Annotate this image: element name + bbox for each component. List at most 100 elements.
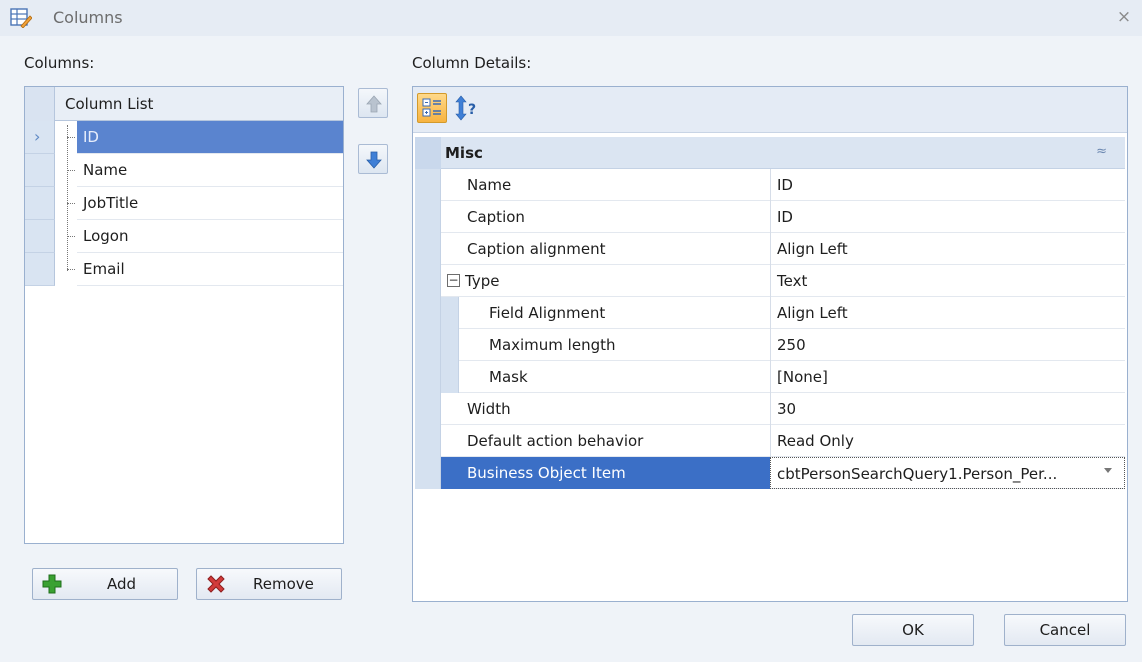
column-list-item-label: JobTitle: [83, 194, 139, 212]
column-list-item-logon[interactable]: Logon: [25, 220, 343, 253]
property-name: Name: [467, 176, 512, 194]
row-gutter-nested: [441, 361, 459, 393]
property-row-field-alignment[interactable]: Field Alignment Align Left: [415, 297, 1125, 329]
property-value: ID: [777, 176, 793, 194]
property-value: Text: [777, 272, 808, 290]
chevron-down-icon[interactable]: [1104, 468, 1112, 473]
cancel-button[interactable]: Cancel: [1004, 614, 1126, 646]
remove-x-icon: [207, 575, 225, 593]
property-value-field[interactable]: 250: [770, 329, 1125, 361]
property-grid-toolbar: ?: [413, 87, 1127, 133]
property-name: Business Object Item: [467, 464, 626, 482]
categorized-button[interactable]: [417, 93, 447, 123]
property-row-default-action-behavior[interactable]: Default action behavior Read Only: [415, 425, 1125, 457]
row-gutter: [415, 233, 441, 265]
tree-tick: [67, 137, 75, 138]
collapse-type-toggle[interactable]: −: [447, 274, 460, 287]
property-row-caption-alignment[interactable]: Caption alignment Align Left: [415, 233, 1125, 265]
column-list-item-label: Logon: [83, 227, 129, 245]
row-selector[interactable]: [25, 187, 55, 220]
property-name: Caption: [467, 208, 525, 226]
sort-alphabetical-button[interactable]: ?: [453, 93, 483, 123]
sort-alphabetical-icon: ?: [455, 95, 476, 121]
row-gutter: [415, 425, 441, 457]
property-row-name[interactable]: Name ID: [415, 169, 1125, 201]
column-list-cell[interactable]: JobTitle: [77, 187, 343, 220]
column-list-item-name[interactable]: Name: [25, 154, 343, 187]
column-list-header: Column List: [25, 87, 343, 121]
collapse-category-icon[interactable]: ≈: [1096, 144, 1107, 159]
property-name: Default action behavior: [467, 432, 644, 450]
row-gutter-nested: [441, 329, 459, 361]
category-title: Misc: [445, 144, 483, 162]
property-value: [None]: [777, 368, 828, 386]
move-down-button[interactable]: [358, 144, 388, 174]
property-grid: ? Misc ≈ Name ID Caption ID Caption alig…: [412, 86, 1128, 602]
column-list-item-email[interactable]: Email: [25, 253, 343, 286]
property-name: Type: [465, 272, 500, 290]
move-up-button[interactable]: [358, 88, 388, 118]
property-value: ID: [777, 208, 793, 226]
row-gutter: [415, 201, 441, 233]
add-button-label: Add: [107, 575, 137, 593]
column-list-item-label: Email: [83, 260, 125, 278]
property-value: Align Left: [777, 240, 848, 258]
property-name: Field Alignment: [489, 304, 606, 322]
property-row-type[interactable]: − Type Text: [415, 265, 1125, 297]
row-selector[interactable]: [25, 154, 55, 187]
property-row-business-object-item[interactable]: Business Object Item cbtPersonSearchQuer…: [415, 457, 1125, 489]
property-name-cell: [415, 361, 770, 393]
row-selector[interactable]: [25, 253, 55, 286]
property-value: 250: [777, 336, 806, 354]
property-value-field[interactable]: Read Only: [770, 425, 1125, 457]
columns-dialog: Columns × Columns: Column List › ID Name…: [0, 0, 1142, 662]
property-row-width[interactable]: Width 30: [415, 393, 1125, 425]
column-list-cell[interactable]: ID: [77, 121, 343, 154]
column-list-cell[interactable]: Email: [77, 253, 343, 286]
column-list-item-label: ID: [83, 128, 99, 146]
row-gutter: [415, 361, 441, 393]
tree-tick: [67, 203, 75, 204]
property-value-field[interactable]: Align Left: [770, 233, 1125, 265]
property-value-field[interactable]: 30: [770, 393, 1125, 425]
property-row-mask[interactable]: Mask [None]: [415, 361, 1125, 393]
tree-tick: [67, 269, 75, 270]
row-gutter: [415, 265, 441, 297]
column-list-item-label: Name: [83, 161, 128, 179]
property-row-caption[interactable]: Caption ID: [415, 201, 1125, 233]
property-value-field[interactable]: [None]: [770, 361, 1125, 393]
property-row-maximum-length[interactable]: Maximum length 250: [415, 329, 1125, 361]
property-value-field[interactable]: ID: [770, 169, 1125, 201]
svg-text:?: ?: [468, 102, 476, 118]
category-header-misc[interactable]: Misc ≈: [415, 137, 1125, 169]
add-button[interactable]: Add: [32, 568, 178, 600]
column-list-item-id[interactable]: › ID: [25, 121, 343, 154]
categorized-icon: [422, 98, 441, 117]
row-gutter: [415, 329, 441, 361]
window-title: Columns: [53, 8, 123, 27]
plus-icon: [42, 574, 62, 594]
column-list-item-jobtitle[interactable]: JobTitle: [25, 187, 343, 220]
property-value-field[interactable]: Text: [770, 265, 1125, 297]
property-name: Width: [467, 400, 511, 418]
row-gutter-nested: [441, 297, 459, 329]
business-object-item-dropdown[interactable]: cbtPersonSearchQuery1.Person_Per...: [770, 457, 1125, 489]
ok-button[interactable]: OK: [852, 614, 974, 646]
property-name: Caption alignment: [467, 240, 606, 258]
column-details-label: Column Details:: [412, 54, 532, 72]
close-button[interactable]: ×: [1114, 6, 1134, 28]
remove-button-label: Remove: [253, 575, 314, 593]
category-gutter: [415, 137, 441, 169]
row-selector[interactable]: [25, 220, 55, 253]
column-list-cell[interactable]: Name: [77, 154, 343, 187]
row-gutter: [415, 393, 441, 425]
column-list-cell[interactable]: Logon: [77, 220, 343, 253]
row-selector[interactable]: ›: [25, 121, 55, 154]
columns-label: Columns:: [24, 54, 95, 72]
property-value-field[interactable]: ID: [770, 201, 1125, 233]
property-value-field[interactable]: Align Left: [770, 297, 1125, 329]
property-value: Read Only: [777, 432, 854, 450]
column-list-panel: Column List › ID Name JobTitle Logon Ema…: [24, 86, 344, 544]
cancel-button-label: Cancel: [1039, 621, 1091, 639]
remove-button[interactable]: Remove: [196, 568, 342, 600]
